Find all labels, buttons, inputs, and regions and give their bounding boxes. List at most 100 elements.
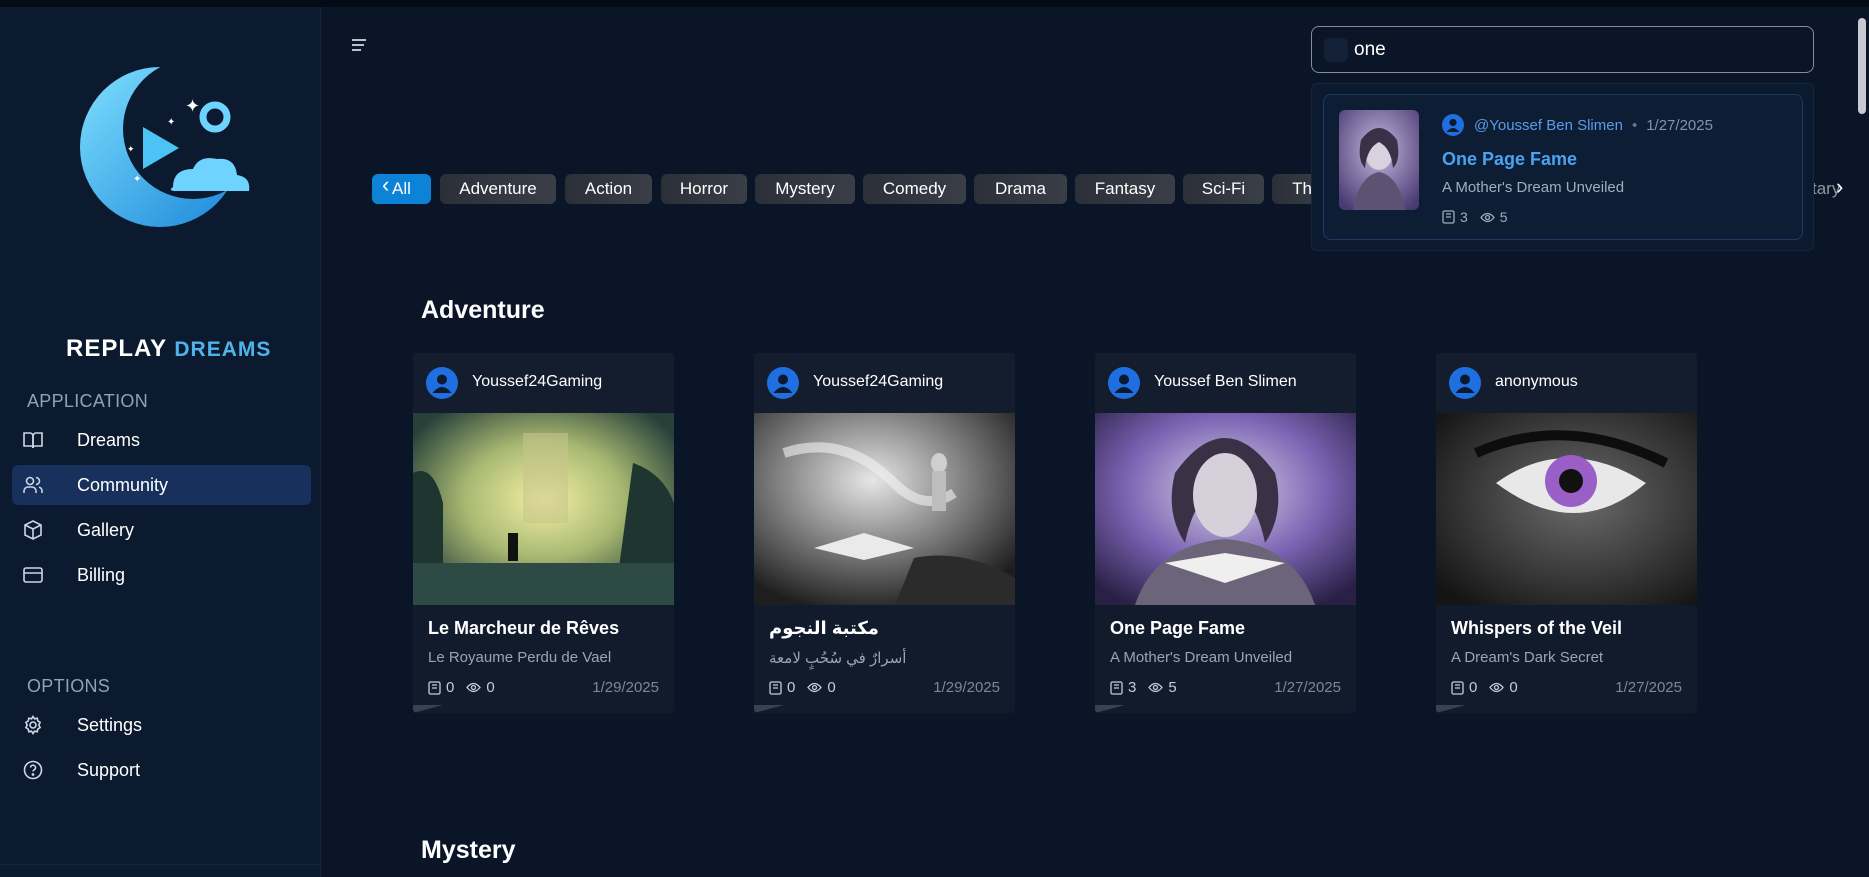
- pages-count: 0: [787, 679, 796, 696]
- category-chip-horror[interactable]: Horror: [661, 174, 747, 204]
- book-icon: [1451, 680, 1464, 695]
- eye-icon: [807, 682, 823, 693]
- pages-stat: 0: [1451, 679, 1477, 696]
- category-chip-action[interactable]: Action: [565, 174, 652, 204]
- category-chip-adventure[interactable]: Adventure: [440, 174, 556, 204]
- category-chip-mystery[interactable]: Mystery: [755, 174, 855, 204]
- app-logo[interactable]: ✦ ✦ ✦ ✦: [75, 57, 263, 232]
- card-corner-decoration: [1095, 705, 1125, 713]
- eye-icon: [1479, 212, 1495, 222]
- section-label-application: APPLICATION: [27, 391, 148, 411]
- card-subtitle: Le Royaume Perdu de Vael: [428, 649, 612, 666]
- card-header: anonymous: [1436, 353, 1697, 413]
- category-chip-drama[interactable]: Drama: [974, 174, 1067, 204]
- book-icon: [769, 680, 782, 695]
- eye-icon: [1489, 682, 1505, 693]
- card-title[interactable]: Whispers of the Veil: [1451, 618, 1622, 639]
- svg-text:✦: ✦: [185, 96, 200, 117]
- category-scroll-right-button[interactable]: ›: [1836, 174, 1843, 200]
- section-label-options: OPTIONS: [27, 676, 111, 696]
- sidebar-item-label: Dreams: [77, 429, 141, 450]
- card-subtitle: A Dream's Dark Secret: [1451, 649, 1604, 666]
- card-author[interactable]: Youssef24Gaming: [472, 373, 602, 391]
- result-author[interactable]: @Youssef Ben Slimen: [1474, 117, 1623, 134]
- card-stats: 0 0: [1451, 679, 1530, 696]
- card-corner-decoration: [413, 705, 443, 713]
- story-card[interactable]: Youssef24Gaming مكتبة النجوم أسرارٌ في س…: [754, 353, 1015, 713]
- sidebar-item-label: Gallery: [77, 519, 135, 540]
- card-author[interactable]: Youssef Ben Slimen: [1154, 373, 1297, 391]
- card-date: 1/29/2025: [592, 679, 659, 696]
- svg-text:✦: ✦: [127, 145, 135, 155]
- views-stat: 5: [1148, 679, 1177, 696]
- pages-count: 0: [1469, 679, 1478, 696]
- story-card[interactable]: Youssef Ben Slimen One Page Fame A Mothe…: [1095, 353, 1356, 713]
- cube-icon: [22, 519, 44, 541]
- sidebar-item-community[interactable]: Community: [12, 465, 311, 505]
- help-circle-icon: [22, 759, 44, 781]
- card-title[interactable]: مكتبة النجوم: [769, 618, 879, 639]
- card-subtitle: أسرارٌ في سُحُبٍ لامعة: [769, 650, 907, 667]
- book-icon: [1110, 680, 1123, 695]
- card-image: [413, 413, 674, 605]
- card-title[interactable]: One Page Fame: [1110, 618, 1245, 639]
- card-stats: 3 5: [1110, 679, 1189, 696]
- book-open-icon: [22, 429, 44, 451]
- pages-stat: 3: [1442, 209, 1468, 225]
- gear-icon: [22, 714, 44, 736]
- story-card[interactable]: Youssef24Gaming Le Marcheur de Rêves Le …: [413, 353, 674, 713]
- book-icon: [428, 680, 441, 695]
- brand-name: REPLAY DREAMS: [66, 335, 271, 363]
- views-count: 5: [1168, 679, 1177, 696]
- card-stats: 0 0: [428, 679, 507, 696]
- card-author[interactable]: anonymous: [1495, 373, 1578, 391]
- views-stat: 0: [1489, 679, 1518, 696]
- pages-stat: 0: [769, 679, 795, 696]
- users-icon: [22, 474, 44, 496]
- divider: [0, 864, 321, 865]
- card-title[interactable]: Le Marcheur de Rêves: [428, 618, 619, 639]
- sidebar-item-label: Support: [77, 759, 141, 780]
- section-title-mystery: Mystery: [421, 836, 516, 864]
- brand-word-2: DREAMS: [174, 338, 272, 361]
- svg-text:✦: ✦: [167, 117, 175, 128]
- views-stat: 0: [466, 679, 495, 696]
- card-date: 1/27/2025: [1615, 679, 1682, 696]
- result-date: 1/27/2025: [1646, 116, 1713, 134]
- card-stats: 0 0: [769, 679, 848, 696]
- sidebar-item-billing[interactable]: Billing: [12, 555, 311, 595]
- card-date: 1/27/2025: [1274, 679, 1341, 696]
- category-chip-fantasy[interactable]: Fantasy: [1075, 174, 1175, 204]
- card-corner-decoration: [754, 705, 784, 713]
- eye-icon: [1148, 682, 1164, 693]
- sidebar-item-settings[interactable]: Settings: [12, 705, 311, 745]
- story-card[interactable]: anonymous Whispers of the Veil A Dream's…: [1436, 353, 1697, 713]
- result-title[interactable]: One Page Fame: [1442, 149, 1577, 170]
- user-avatar-icon: [767, 367, 799, 399]
- search-result-item[interactable]: @Youssef Ben Slimen • 1/27/2025 One Page…: [1323, 94, 1803, 240]
- search-field[interactable]: [1311, 26, 1814, 73]
- card-author[interactable]: Youssef24Gaming: [813, 373, 943, 391]
- category-chip-scifi[interactable]: Sci-Fi: [1183, 174, 1264, 204]
- result-subtitle: A Mother's Dream Unveiled: [1442, 179, 1625, 196]
- user-avatar-icon: [1108, 367, 1140, 399]
- sidebar-item-label: Billing: [77, 564, 126, 585]
- category-chip-all[interactable]: All: [372, 174, 431, 204]
- views-count: 0: [827, 679, 836, 696]
- pages-count: 0: [446, 679, 455, 696]
- user-avatar-icon: [1442, 114, 1464, 136]
- sidebar-item-gallery[interactable]: Gallery: [12, 510, 311, 550]
- card-header: Youssef Ben Slimen: [1095, 353, 1356, 413]
- sidebar: ✦ ✦ ✦ ✦ REPLAY DREAMS APPLICATION Dreams…: [0, 7, 321, 877]
- sidebar-item-dreams[interactable]: Dreams: [12, 420, 311, 460]
- result-thumbnail: [1339, 110, 1419, 210]
- user-avatar-icon: [426, 367, 458, 399]
- card-image: [1436, 413, 1697, 605]
- search-input[interactable]: [1354, 38, 1754, 61]
- section-title-adventure: Adventure: [421, 296, 545, 324]
- menu-toggle-button[interactable]: [350, 37, 370, 55]
- category-scroll-left-button[interactable]: ‹: [382, 172, 389, 198]
- category-chip-comedy[interactable]: Comedy: [863, 174, 966, 204]
- page-scrollbar[interactable]: [1858, 18, 1866, 114]
- sidebar-item-support[interactable]: Support: [12, 750, 311, 790]
